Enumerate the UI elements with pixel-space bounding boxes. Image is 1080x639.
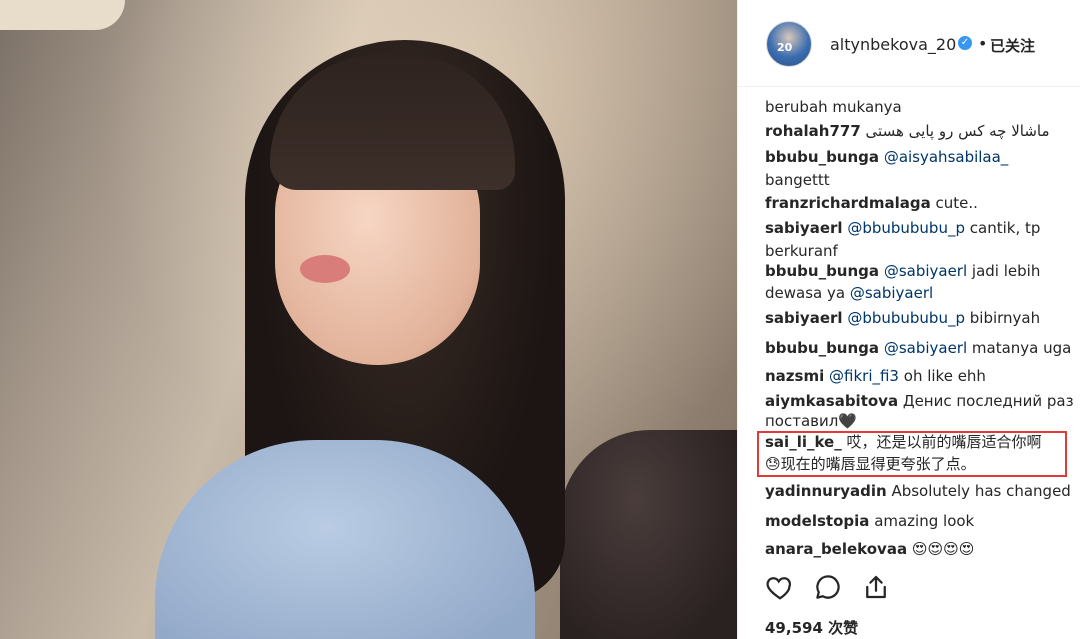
comment-username[interactable]: rohalah777: [765, 122, 861, 140]
heart-icon[interactable]: [765, 572, 795, 602]
comment-line: nazsmi @fikri_fi3 oh like ehh: [765, 367, 986, 385]
comment-username[interactable]: sabiyaerl: [765, 309, 843, 327]
mention-link[interactable]: @sabiyaerl: [884, 339, 967, 357]
comment-line: yadinnuryadin Absolutely has changed: [765, 482, 1071, 500]
comment-username[interactable]: bbubu_bunga: [765, 262, 879, 280]
comment-line: bbubu_bunga @sabiyaerl jadi lebih: [765, 262, 1041, 280]
comment-line: anara_belekovaa 😍😍😍😍: [765, 540, 975, 558]
comment-line: sabiyaerl @bbubububu_p bibirnyah: [765, 309, 1041, 327]
verified-badge-icon: ✓: [958, 36, 972, 50]
comment-username[interactable]: franzrichardmalaga: [765, 194, 931, 212]
comment-line: bbubu_bunga @sabiyaerl matanya uga: [765, 339, 1072, 357]
comment-username[interactable]: nazsmi: [765, 367, 824, 385]
avatar[interactable]: 20: [766, 21, 812, 67]
comment-username[interactable]: sabiyaerl: [765, 219, 843, 237]
comment-line: modelstopia amazing look: [765, 512, 975, 530]
comment-icon[interactable]: [813, 572, 843, 602]
post-photo[interactable]: [0, 0, 737, 639]
comment-username[interactable]: yadinnuryadin: [765, 482, 887, 500]
comment-line: bbubu_bunga @aisyahsabilaa_: [765, 146, 1008, 168]
instagram-post-view: 20 altynbekova_20 ✓ • 已关注 berubah mukany…: [0, 0, 1080, 639]
mention-link[interactable]: @bbubububu_p: [847, 309, 965, 327]
comment-line: franzrichardmalaga cute..: [765, 194, 978, 212]
separator-dot: •: [978, 34, 988, 53]
side-panel: 20 altynbekova_20 ✓ • 已关注 berubah mukany…: [737, 0, 1080, 639]
mention-link[interactable]: @fikri_fi3: [829, 367, 899, 385]
avatar-jersey-number: 20: [777, 41, 793, 54]
comment-line: 😓现在的嘴唇显得更夸张了点。: [765, 455, 976, 473]
comment-username[interactable]: bbubu_bunga: [765, 339, 879, 357]
comment-line: rohalah777 ماشالا چه کس رو پایی هستی: [765, 122, 1050, 140]
mention-link[interactable]: @sabiyaerl: [850, 284, 933, 302]
comment-line: sai_li_ke_ 哎，还是以前的嘴唇适合你啊: [765, 433, 1042, 451]
like-count[interactable]: 49,594 次赞: [765, 617, 858, 638]
comment-line: aiymkasabitova Денис последний раз: [765, 392, 1074, 410]
mention-link[interactable]: @sabiyaerl: [884, 262, 967, 280]
comment-username[interactable]: aiymkasabitova: [765, 392, 898, 410]
comment-line: bangettt: [765, 171, 830, 189]
username-link[interactable]: altynbekova_20: [830, 35, 956, 54]
follow-button[interactable]: 已关注: [990, 35, 1035, 56]
comment-username[interactable]: sai_li_ke_: [765, 433, 842, 451]
mention-link[interactable]: @bbubububu_p: [847, 219, 965, 237]
comment-username[interactable]: anara_belekovaa: [765, 540, 907, 558]
comment-username[interactable]: bbubu_bunga: [765, 148, 879, 166]
comment-line: berubah mukanya: [765, 98, 902, 116]
photo-lips: [300, 255, 350, 283]
mention-link[interactable]: @aisyahsabilaa_: [884, 148, 1009, 166]
comment-line: dewasa ya @sabiyaerl: [765, 284, 934, 302]
comment-line: berkuranf: [765, 242, 838, 260]
comment-username[interactable]: modelstopia: [765, 512, 869, 530]
comment-line: поставил🖤: [765, 412, 858, 430]
share-icon[interactable]: [861, 572, 891, 602]
photo-lamp: [0, 0, 125, 30]
photo-couch: [560, 430, 737, 639]
comment-line: sabiyaerl @bbubububu_p cantik, tp: [765, 219, 1041, 237]
post-header: 20 altynbekova_20 ✓ • 已关注: [738, 0, 1080, 87]
